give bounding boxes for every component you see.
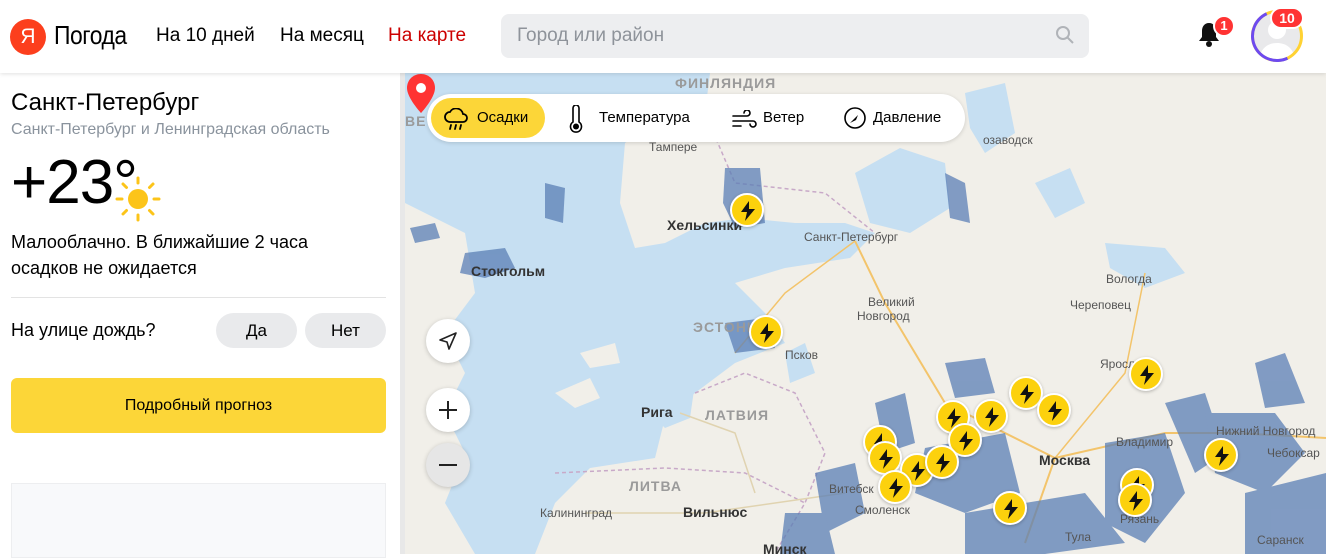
label-riga: Рига (641, 404, 673, 420)
label-helsinki: Хельсинки (667, 217, 743, 233)
weather-panel: Санкт-Петербург Санкт-Петербург и Ленинг… (0, 73, 400, 558)
search-input[interactable]: Город или район (501, 14, 1089, 58)
label-minsk: Минск (763, 541, 807, 554)
nav-map[interactable]: На карте (388, 25, 466, 47)
layer-label: Температура (599, 109, 690, 126)
layer-label: Давление (873, 109, 942, 126)
rain-question: На улице дождь? (11, 320, 156, 340)
layer-wind[interactable]: Ветер (727, 98, 823, 138)
region-subtitle: Санкт-Петербург и Ленинградская область (11, 121, 330, 138)
avatar-badge: 10 (1270, 7, 1304, 29)
label-vladimir: Владимир (1116, 435, 1174, 449)
geolocation-icon (439, 332, 457, 350)
divider (11, 297, 386, 298)
lightning-marker-icon[interactable] (749, 315, 783, 349)
rain-no-button[interactable]: Нет (305, 313, 386, 348)
label-n-novgorod: Нижний Новгород (1216, 424, 1316, 438)
label-kaliningrad: Калининград (540, 506, 613, 520)
nav-month[interactable]: На месяц (280, 25, 364, 47)
notification-badge: 1 (1213, 15, 1235, 37)
layer-label: Осадки (477, 109, 529, 126)
search-icon[interactable] (1055, 25, 1075, 45)
lightning-marker-icon[interactable] (730, 193, 764, 227)
detailed-forecast-button[interactable]: Подробный прогноз (11, 378, 386, 433)
lightning-marker-icon[interactable] (1037, 393, 1071, 427)
layer-temperature[interactable]: Температура (557, 98, 707, 138)
label-smolensk: Смоленск (855, 503, 910, 517)
label-stockholm: Стокгольм (471, 263, 546, 279)
label-tula: Тула (1065, 530, 1092, 544)
label-vilnius: Вильнюс (683, 504, 748, 520)
lightning-marker-icon[interactable] (974, 399, 1008, 433)
label-novgorod-1: Великий (868, 295, 915, 309)
weather-description: Малооблачно. В ближайшие 2 часа осадков … (11, 232, 308, 278)
layer-switcher: Осадки Температура Ветер Давление (427, 94, 965, 142)
label-vitebsk: Витебск (829, 482, 874, 496)
label-sweden: ВЕ (405, 113, 427, 129)
label-saransk: Саранск (1257, 533, 1304, 547)
label-latvia: ЛАТВИЯ (705, 407, 770, 423)
layer-pressure[interactable]: Давление (835, 98, 960, 138)
lightning-marker-icon[interactable] (993, 491, 1027, 525)
label-finland: ФИНЛЯНДИЯ (675, 75, 777, 91)
lightning-marker-icon[interactable] (925, 445, 959, 479)
zoom-out-button[interactable] (426, 443, 470, 487)
thermometer-icon (569, 105, 583, 133)
lightning-marker-icon[interactable] (1204, 438, 1238, 472)
service-name[interactable]: Погода (54, 20, 127, 51)
precipitation-map[interactable]: ФИНЛЯНДИЯ ВЕ Тампере Хельсинки Стокгольм… (405, 73, 1326, 554)
label-spb: Санкт-Петербург (804, 230, 899, 244)
label-vologda: Вологда (1106, 272, 1152, 286)
pressure-gauge-icon (844, 107, 866, 129)
zoom-in-icon (439, 401, 457, 419)
label-pskov: Псков (785, 348, 819, 362)
label-cheboksary: Чебоксар (1267, 446, 1320, 460)
rain-cloud-icon (444, 108, 468, 130)
lightning-marker-icon[interactable] (878, 470, 912, 504)
partly-sunny-icon (115, 176, 161, 222)
wind-icon (732, 110, 757, 128)
header: Я Погода На 10 дней На месяц На карте Го… (0, 0, 1326, 73)
search-placeholder: Город или район (517, 25, 665, 46)
rain-yes-button[interactable]: Да (216, 313, 297, 348)
yandex-logo-icon[interactable]: Я (10, 19, 46, 55)
lightning-marker-icon[interactable] (1129, 357, 1163, 391)
nav-10-days[interactable]: На 10 дней (156, 25, 255, 47)
label-lithuania: ЛИТВА (629, 478, 682, 494)
lightning-marker-icon[interactable] (1118, 483, 1152, 517)
label-novgorod-2: Новгород (857, 309, 910, 323)
label-cherepovets: Череповец (1070, 298, 1131, 312)
ad-placeholder (11, 483, 386, 558)
layer-label: Ветер (763, 109, 805, 126)
label-petrozavodsk: озаводск (983, 133, 1033, 147)
geolocation-button[interactable] (426, 319, 470, 363)
label-moscow: Москва (1039, 452, 1091, 468)
layer-precipitation[interactable]: Осадки (431, 98, 545, 138)
zoom-out-icon (439, 464, 457, 466)
city-title: Санкт-Петербург (11, 89, 200, 116)
label-tampere: Тампере (649, 140, 698, 154)
zoom-in-button[interactable] (426, 388, 470, 432)
